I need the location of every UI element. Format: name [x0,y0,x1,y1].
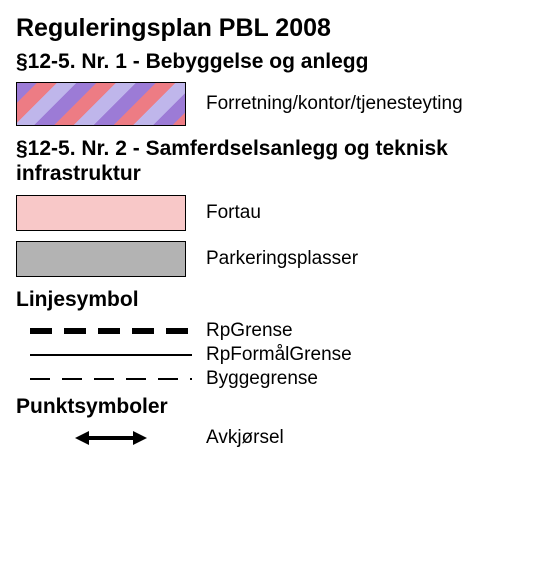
legend-row-parkering: Parkeringsplasser [16,241,527,277]
page-title: Reguleringsplan PBL 2008 [16,14,527,43]
legend-label: Byggegrense [206,368,318,390]
section-heading-lines: Linjesymbol [16,287,527,312]
swatch-parkeringsplasser [16,241,186,277]
legend-row-avkjorsel: Avkjørsel [16,427,527,449]
swatch-col [16,369,206,389]
section-heading-2: §12-5. Nr. 2 - Samferdselsanlegg og tekn… [16,136,527,186]
swatch-col [16,427,206,449]
legend-row-rpformalgrense: RpFormålGrense [16,344,527,366]
swatch-col [16,345,206,365]
legend-page: Reguleringsplan PBL 2008 §12-5. Nr. 1 - … [0,0,543,469]
legend-row-rpgrense: RpGrense [16,320,527,342]
swatch-col [16,195,206,231]
swatch-col [16,321,206,341]
legend-label: Parkeringsplasser [206,248,527,270]
legend-row-stripes: Forretning/kontor/tjenesteyting [16,82,527,126]
section-heading-1: §12-5. Nr. 1 - Bebyggelse og anlegg [16,49,527,74]
legend-row-fortau: Fortau [16,195,527,231]
line-rpformalgrense-icon [16,345,206,365]
swatch-col [16,82,206,126]
line-byggegrense-icon [16,369,206,389]
swatch-forretning-kontor-tjenesteyting [16,82,186,126]
swatch-fortau [16,195,186,231]
legend-label: RpFormålGrense [206,344,352,366]
section-heading-points: Punktsymboler [16,394,527,419]
legend-label: Forretning/kontor/tjenesteyting [206,93,527,115]
double-arrow-icon [71,427,151,449]
line-rpgrense-icon [16,321,206,341]
swatch-col [16,241,206,277]
legend-row-byggegrense: Byggegrense [16,368,527,390]
legend-label: Avkjørsel [206,427,284,449]
legend-label: Fortau [206,202,527,224]
legend-label: RpGrense [206,320,293,342]
